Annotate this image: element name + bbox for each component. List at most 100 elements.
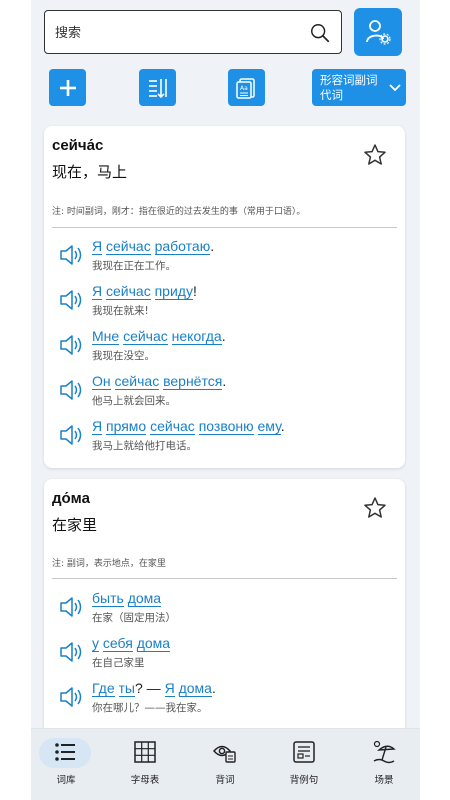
example-translation: 他马上就会回来。 (92, 395, 176, 407)
word-link[interactable]: прямо (106, 418, 147, 435)
word-link[interactable]: некогда (171, 328, 222, 345)
example-russian: Где ты? — Я дома. (92, 680, 216, 697)
speaker-icon[interactable] (58, 639, 84, 665)
example-item: Я сейчас работаю. 我现在正在工作。 (58, 238, 398, 278)
nav-label: 背词 (215, 775, 235, 786)
example-translation: 你在哪儿？——我在家。 (92, 702, 208, 714)
word-note: 注: 副词，表示地点，在家里 (52, 559, 166, 569)
word-link[interactable]: сейчас (150, 418, 195, 435)
word-meaning: 现在，马上 (52, 163, 128, 181)
divider (52, 578, 397, 579)
word-link[interactable]: себя (102, 635, 133, 652)
flashcard-button[interactable]: Aa (228, 69, 265, 106)
word-link[interactable]: сейчас (114, 373, 160, 390)
word-link[interactable]: у (92, 635, 99, 652)
word-link[interactable]: Он (92, 373, 111, 390)
word-link[interactable]: Где (92, 680, 115, 697)
search-box[interactable] (44, 10, 342, 54)
word-type-dropdown[interactable]: 形容词副词代词 (312, 69, 406, 106)
word-link[interactable]: сейчас (106, 283, 151, 300)
word-card: до́ма 在家里 注: 副词，表示地点，在家里 быть дома 在家（固定… (44, 479, 405, 739)
nav-item-memorize-sentences[interactable]: 背例句 (269, 729, 339, 800)
search-icon[interactable] (309, 22, 331, 44)
word-link[interactable]: Я (92, 283, 103, 300)
dictionary-card-icon: Aa (235, 77, 255, 99)
list-icon (55, 743, 75, 761)
speaker-icon[interactable] (58, 242, 84, 268)
sentence-card-icon (293, 741, 315, 763)
nav-item-memorize-words[interactable]: 背词 (190, 729, 260, 800)
nav-item-alphabet[interactable]: 字母表 (110, 729, 180, 800)
example-translation: 我马上就给他打电话。 (92, 440, 197, 452)
punctuation: . (210, 238, 215, 254)
example-item: у себя дома 在自己家里 (58, 635, 398, 675)
divider (52, 227, 397, 228)
nav-label: 场景 (374, 775, 394, 786)
punctuation (151, 283, 155, 299)
example-translation: 我现在没空。 (92, 350, 155, 362)
example-russian: у себя дома (92, 635, 171, 652)
punctuation (115, 680, 119, 696)
word-link[interactable]: Я (164, 680, 175, 697)
word-title: сейча́с (52, 137, 104, 154)
word-link[interactable]: Я (92, 238, 103, 255)
user-settings-button[interactable] (354, 8, 402, 56)
speaker-icon[interactable] (58, 422, 84, 448)
speaker-icon[interactable] (58, 287, 84, 313)
nav-item-scenes[interactable]: 场景 (349, 729, 419, 800)
example-translation: 在家（固定用法） (92, 612, 176, 624)
nav-item-word-library[interactable]: 词库 (31, 729, 101, 800)
word-link[interactable]: дома (136, 635, 171, 652)
word-link[interactable]: ты (118, 680, 135, 697)
star-icon[interactable] (363, 143, 387, 167)
example-russian: Я прямо сейчас позвоню ему. (92, 418, 285, 435)
word-link[interactable]: работаю (154, 238, 211, 255)
speaker-icon[interactable] (58, 332, 84, 358)
example-russian: Мне сейчас некогда. (92, 328, 226, 345)
example-item: Мне сейчас некогда. 我现在没空。 (58, 328, 398, 368)
speaker-icon[interactable] (58, 377, 84, 403)
punctuation: . (280, 418, 285, 434)
word-link[interactable]: приду (154, 283, 193, 300)
speaker-icon[interactable] (58, 594, 84, 620)
word-link[interactable]: дома (127, 590, 162, 607)
word-link[interactable]: Мне (92, 328, 120, 345)
sort-button[interactable] (139, 69, 176, 106)
add-button[interactable] (49, 69, 86, 106)
word-link[interactable]: сейчас (123, 328, 168, 345)
speaker-icon[interactable] (58, 684, 84, 710)
punctuation: ! (192, 283, 197, 299)
nav-label: 字母表 (130, 775, 160, 786)
punctuation (175, 680, 179, 696)
bottom-nav: 词库 字母表 背词 背例句 场景 (31, 728, 420, 800)
example-russian: Я сейчас приду! (92, 283, 197, 300)
search-input[interactable] (55, 23, 295, 43)
word-link[interactable]: позвоню (198, 418, 254, 435)
sort-icon (148, 78, 167, 98)
punctuation: . (221, 328, 226, 344)
word-link[interactable]: быть (92, 590, 124, 607)
nav-label: 背例句 (289, 775, 319, 786)
beach-icon (373, 740, 396, 764)
example-item: быть дома 在家（固定用法） (58, 590, 398, 630)
example-russian: Он сейчас вернётся. (92, 373, 227, 390)
chevron-down-icon (389, 83, 401, 91)
punctuation: . (211, 680, 216, 696)
word-link[interactable]: сейчас (106, 238, 151, 255)
example-item: Он сейчас вернётся. 他马上就会回来。 (58, 373, 398, 413)
example-item: Где ты? — Я дома. 你在哪儿？——我在家。 (58, 680, 398, 720)
star-icon[interactable] (363, 496, 387, 520)
example-russian: Я сейчас работаю. (92, 238, 215, 255)
example-russian: быть дома (92, 590, 162, 607)
word-link[interactable]: Я (92, 418, 103, 435)
svg-text:Aa: Aa (240, 85, 248, 92)
word-link[interactable]: дома (178, 680, 212, 697)
word-meaning: 在家里 (52, 516, 98, 534)
punctuation: . (222, 373, 227, 389)
word-title: до́ма (52, 490, 90, 507)
word-link[interactable]: ему (257, 418, 281, 435)
word-link[interactable]: вернётся (163, 373, 223, 390)
word-note: 注: 时间副词，刚才：指在很近的过去发生的事（常用于口语）。 (52, 207, 306, 217)
example-translation: 我现在就来! (92, 305, 149, 317)
punctuation: ? — (134, 680, 165, 696)
